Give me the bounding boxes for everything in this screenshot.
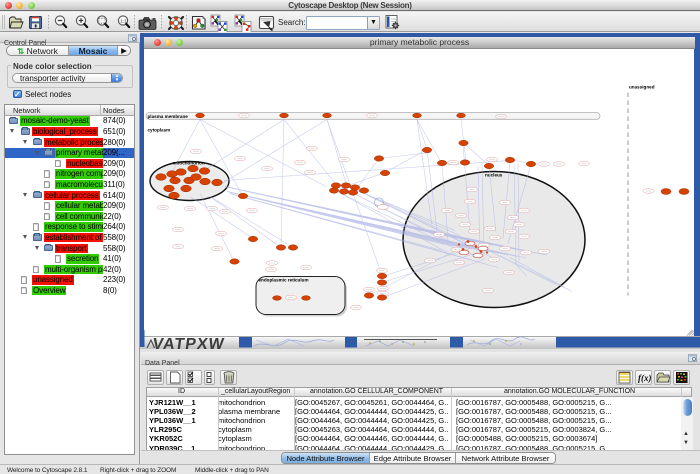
svg-text:unassigned: unassigned <box>629 84 655 89</box>
svg-text:f(x): f(x) <box>638 373 652 383</box>
svg-text:VATPXW: VATPXW <box>151 335 226 352</box>
svg-text:nucleus: nucleus <box>485 172 503 177</box>
svg-text:cytoplasm: cytoplasm <box>148 127 171 132</box>
svg-text:1:1: 1:1 <box>120 18 127 23</box>
svg-text:endoplasmic reticulum: endoplasmic reticulum <box>259 277 309 282</box>
svg-text:plasma membrane: plasma membrane <box>148 113 189 118</box>
